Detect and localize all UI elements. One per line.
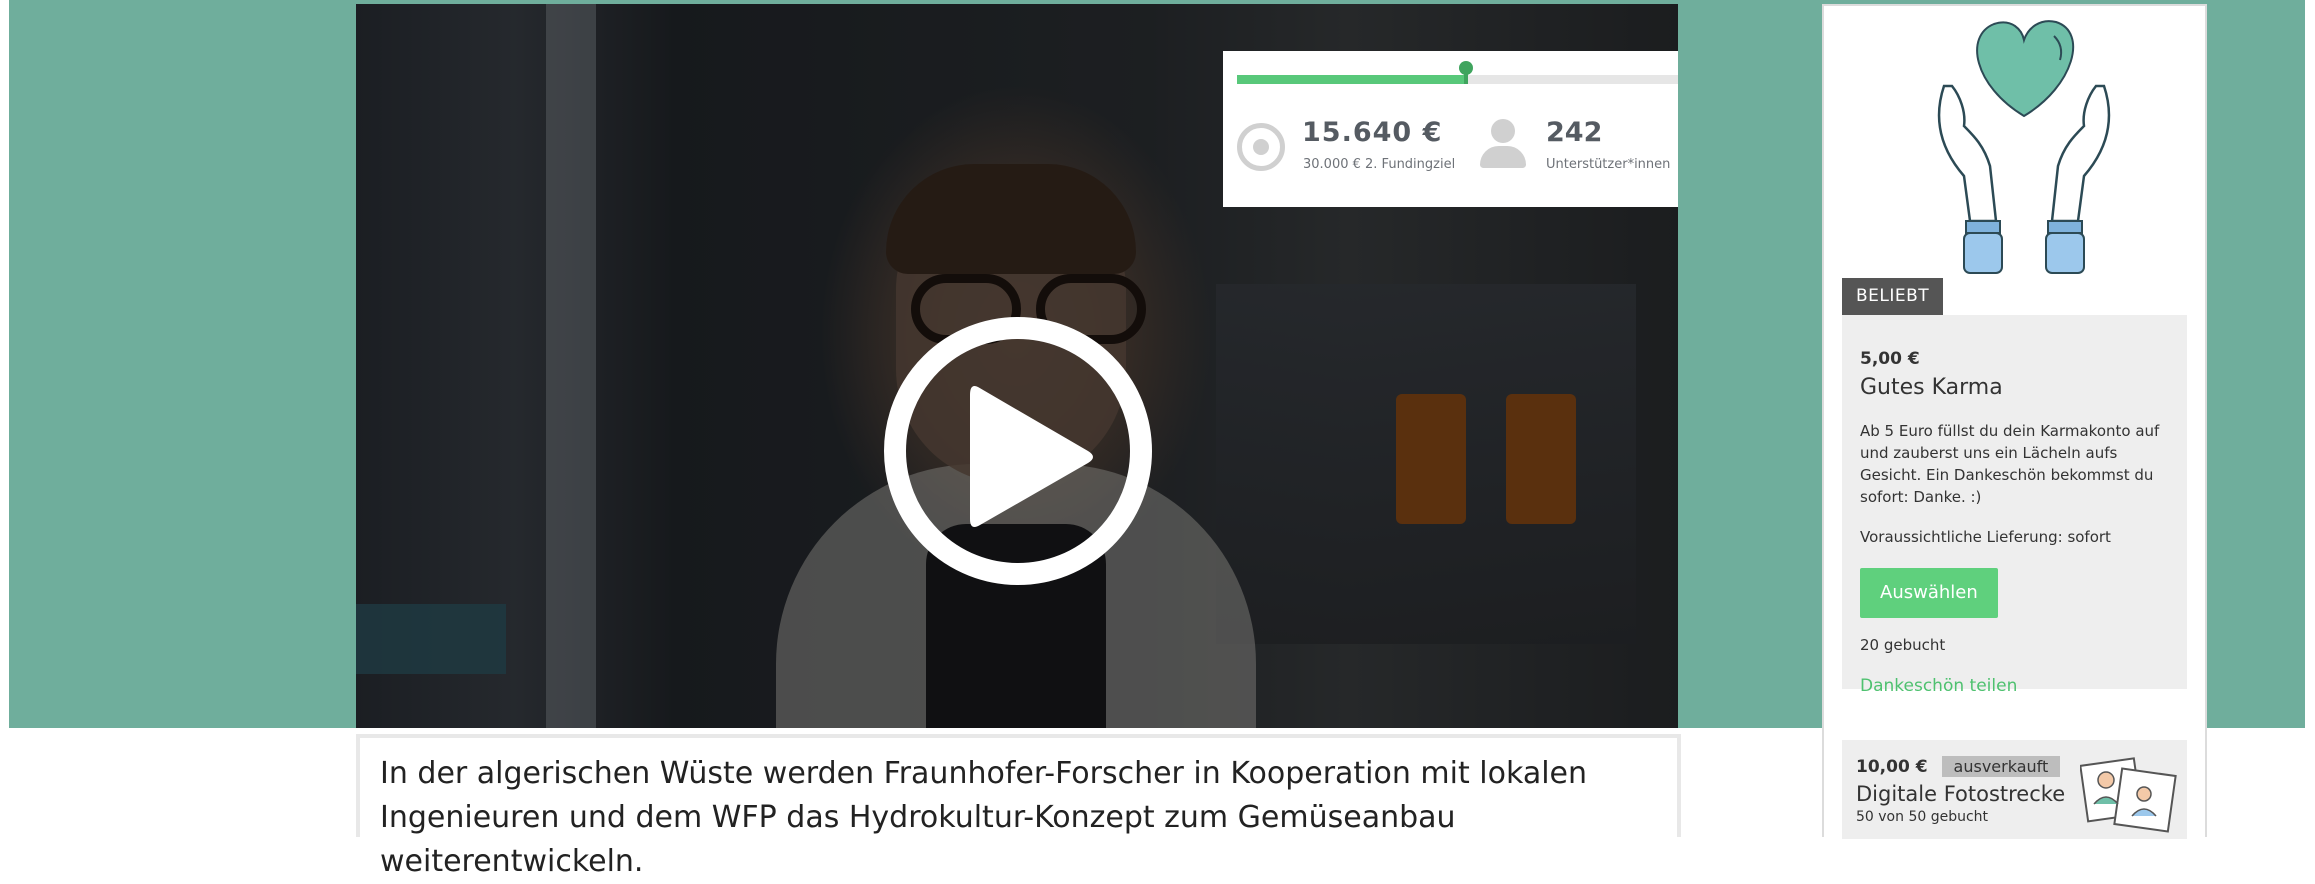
reward-booked-count: 20 gebucht xyxy=(1860,636,1946,654)
share-reward-link[interactable]: Dankeschön teilen xyxy=(1860,676,2169,696)
reward-delivery: Voraussichtliche Lieferung: sofort xyxy=(1860,528,2111,546)
rewards-sidebar: BELIEBT 5,00 € Gutes Karma Ab 5 Euro fül… xyxy=(1822,4,2207,839)
heart-hands-illustration xyxy=(1937,20,2111,274)
reward-price: 10,00 € xyxy=(1856,757,1928,777)
funding-amount: 15.640 € xyxy=(1302,117,1443,148)
select-reward-button[interactable]: Auswählen xyxy=(1860,568,1998,618)
photo-thumbnail xyxy=(2080,757,2177,833)
caption-text: In der algerischen Wüste werden Fraunhof… xyxy=(380,756,1588,879)
reward-card: 5,00 € Gutes Karma Ab 5 Euro füllst du d… xyxy=(1842,315,2187,696)
reward-price: 5,00 € xyxy=(1860,349,1920,369)
supporter-count: 242 xyxy=(1546,117,1603,148)
soldout-badge: ausverkauft xyxy=(1941,756,2061,777)
popular-badge: BELIEBT xyxy=(1842,278,1944,315)
funding-milestone-marker xyxy=(1459,61,1473,84)
funding-goal: 30.000 € 2. Fundingziel xyxy=(1303,157,1456,172)
play-icon xyxy=(970,386,1093,527)
supporter-label: Unterstützer*innen xyxy=(1546,157,1671,172)
reward-title: Gutes Karma xyxy=(1860,375,2003,400)
reward-description: Ab 5 Euro füllst du dein Karmakonto auf … xyxy=(1860,422,2160,506)
reward-card-soldout[interactable]: 10,00 € ausverkauft Digitale Fotostrecke … xyxy=(1842,740,2187,839)
video-caption: In der algerischen Wüste werden Fraunhof… xyxy=(356,734,1681,879)
person-icon xyxy=(1480,119,1526,169)
play-button[interactable] xyxy=(884,317,1152,585)
funding-progress-bar xyxy=(1237,61,1678,84)
funding-stats: 15.640 € 30.000 € 2. Fundingziel 242 Unt… xyxy=(1223,51,1678,207)
target-icon xyxy=(1237,123,1285,171)
